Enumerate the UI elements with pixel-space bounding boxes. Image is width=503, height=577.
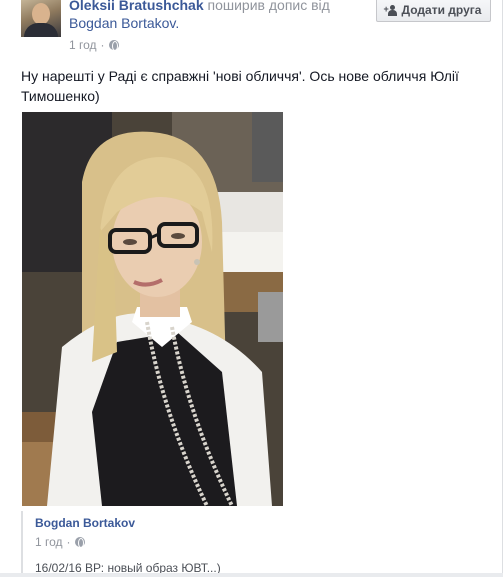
add-friend-icon: + (384, 4, 398, 16)
globe-icon[interactable] (74, 537, 85, 548)
shared-timestamp[interactable]: 1 год (35, 535, 63, 549)
post-text: Ну нарешті у Раді є справжні 'нові облич… (21, 68, 459, 104)
avatar-face (32, 3, 50, 25)
shared-meta-separator: · (66, 535, 71, 549)
add-friend-label: Додати друга (401, 3, 482, 17)
post-photo[interactable] (22, 112, 283, 506)
sharer-avatar[interactable] (21, 0, 61, 37)
shared-post-attribution: Bogdan Bortakov 1 год · 16/02/16 ВР: нов… (21, 511, 491, 577)
original-author-link[interactable]: Bogdan Bortakov. (69, 15, 179, 31)
bottom-divider (0, 573, 503, 577)
post-header: Oleksii Bratushchak поширив допис від (69, 0, 330, 14)
post-timestamp[interactable]: 1 год (69, 38, 97, 52)
share-action-text: поширив допис від (207, 0, 330, 13)
meta-separator: · (100, 38, 105, 52)
globe-icon[interactable] (108, 40, 119, 51)
add-friend-button[interactable]: + Додати друга (376, 0, 491, 22)
sharer-name-link[interactable]: Oleksii Bratushchak (69, 0, 204, 13)
shared-author-link[interactable]: Bogdan Bortakov (35, 516, 135, 530)
photo-illustration (22, 112, 283, 506)
avatar-suit (24, 23, 58, 37)
post-header-line2: Bogdan Bortakov. (69, 14, 179, 32)
post-meta: 1 год · (69, 38, 119, 52)
shared-meta: 1 год · (35, 535, 85, 549)
post-card: Oleksii Bratushchak поширив допис від Bo… (0, 0, 503, 577)
